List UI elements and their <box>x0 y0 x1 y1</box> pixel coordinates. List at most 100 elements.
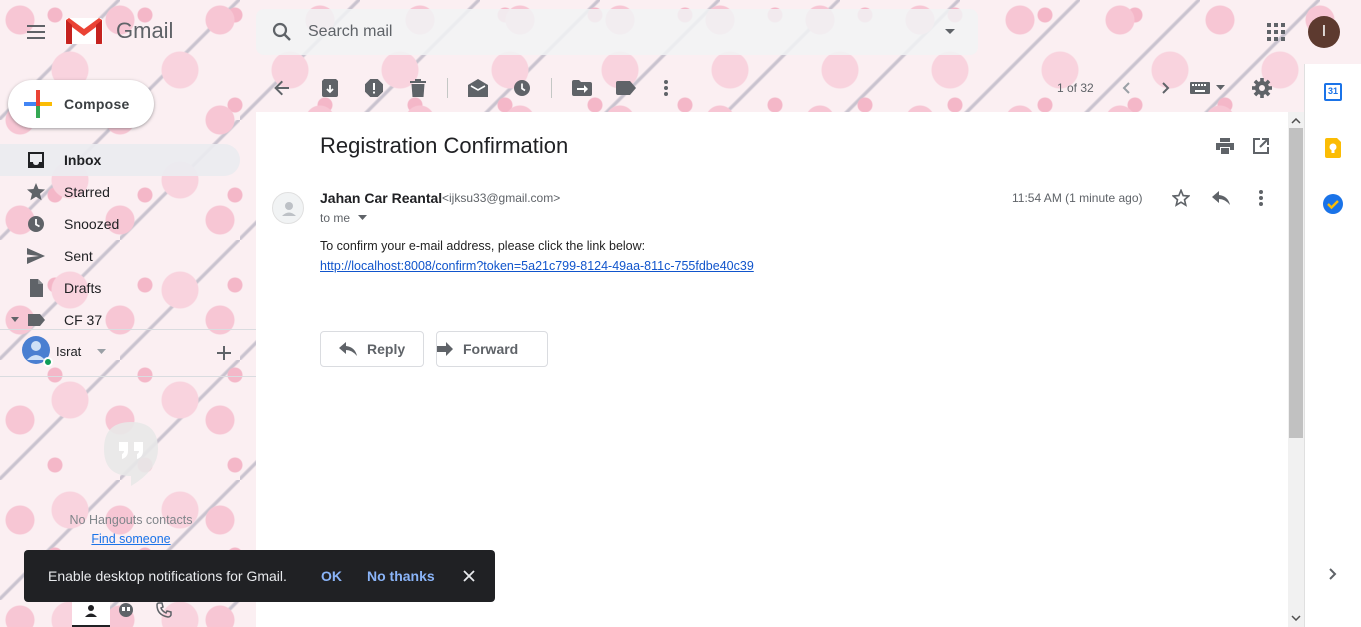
send-icon <box>27 248 45 264</box>
open-in-new-icon <box>1253 138 1269 154</box>
sidebar-item-label: Snoozed <box>64 216 120 232</box>
sender-email: <ijksu33@gmail.com> <box>442 191 561 205</box>
toast-no-thanks-button[interactable]: No thanks <box>367 568 435 584</box>
draft-icon <box>30 279 43 297</box>
report-spam-button[interactable] <box>354 68 394 108</box>
scroll-up-arrow-icon[interactable] <box>1291 118 1301 124</box>
star-outline-icon <box>1172 189 1190 207</box>
trash-icon <box>410 79 426 97</box>
reply-label: Reply <box>367 341 406 357</box>
hamburger-menu-icon <box>27 25 45 39</box>
calendar-day: 31 <box>1327 86 1338 96</box>
new-conversation-button[interactable] <box>204 333 244 373</box>
compose-label: Compose <box>64 96 130 112</box>
open-new-window-button[interactable] <box>1241 126 1281 166</box>
search-options-button[interactable] <box>930 12 970 52</box>
back-button[interactable] <box>262 68 302 108</box>
sender-name[interactable]: Jahan Car Reantal <box>320 190 442 206</box>
forward-button[interactable]: Forward <box>436 331 548 367</box>
search-bar[interactable] <box>256 9 978 55</box>
expand-side-panel-button[interactable] <box>1313 554 1353 594</box>
clock-icon <box>514 80 530 96</box>
chevron-left-icon <box>1122 82 1130 94</box>
toast-message: Enable desktop notifications for Gmail. <box>48 568 287 584</box>
tab-phone[interactable] <box>156 602 172 618</box>
online-status-dot <box>43 357 53 367</box>
more-options-button[interactable] <box>1241 178 1281 218</box>
newer-button[interactable] <box>1106 68 1146 108</box>
default-avatar-icon <box>282 202 296 216</box>
sidebar-item-sent[interactable]: Sent <box>0 240 240 272</box>
hangouts-empty-text: No Hangouts contacts <box>69 513 193 527</box>
confirm-link[interactable]: http://localhost:8008/confirm?token=5a21… <box>320 259 754 273</box>
snooze-button[interactable] <box>502 68 542 108</box>
sidebar-item-starred[interactable]: Starred <box>0 176 240 208</box>
star-email-button[interactable] <box>1161 178 1201 218</box>
archive-button[interactable] <box>310 68 350 108</box>
scroll-down-arrow-icon[interactable] <box>1291 615 1301 621</box>
expand-arrow-icon[interactable] <box>10 316 20 324</box>
sidebar-item-drafts[interactable]: Drafts <box>0 272 240 304</box>
mark-unread-icon <box>468 79 488 97</box>
sender-avatar[interactable] <box>272 192 304 224</box>
report-spam-icon <box>365 79 383 97</box>
labels-button[interactable] <box>606 68 646 108</box>
scrollbar-thumb[interactable] <box>1289 128 1303 438</box>
compose-button[interactable]: Compose <box>8 80 154 128</box>
sidebar-item-label: Sent <box>64 248 93 264</box>
search-button[interactable] <box>262 12 302 52</box>
email-body-text: To confirm your e-mail address, please c… <box>320 239 646 253</box>
email-timestamp: 11:54 AM (1 minute ago) <box>1012 191 1143 205</box>
sidebar-item-snoozed[interactable]: Snoozed <box>0 208 240 240</box>
main-menu-button[interactable] <box>16 12 56 52</box>
tab-conversations[interactable] <box>118 602 134 618</box>
keyboard-icon <box>1190 82 1210 94</box>
calendar-icon: 31 <box>1324 83 1342 101</box>
more-vert-icon <box>1259 190 1263 206</box>
archive-icon <box>322 79 338 97</box>
mark-unread-button[interactable] <box>458 68 498 108</box>
toolbar-divider <box>551 78 552 98</box>
pagination-text: 1 of 32 <box>1057 81 1094 95</box>
sidebar-divider <box>0 329 256 330</box>
sidebar-item-inbox[interactable]: Inbox <box>0 144 240 176</box>
settings-button[interactable] <box>1242 68 1282 108</box>
move-to-folder-icon <box>572 80 592 96</box>
print-button[interactable] <box>1205 126 1245 166</box>
more-actions-button[interactable] <box>646 68 686 108</box>
chevron-right-icon <box>1162 82 1170 94</box>
search-icon <box>272 22 291 41</box>
toast-close-button[interactable] <box>449 556 489 596</box>
caret-down-icon <box>945 29 955 34</box>
account-avatar[interactable]: I <box>1308 16 1340 48</box>
chat-quote-icon <box>119 603 133 617</box>
more-vert-icon <box>664 80 668 96</box>
tasks-addon-button[interactable] <box>1313 184 1353 224</box>
older-button[interactable] <box>1146 68 1186 108</box>
delete-button[interactable] <box>398 68 438 108</box>
gmail-logo[interactable]: Gmail <box>64 16 173 46</box>
input-tools-button[interactable] <box>1190 78 1230 98</box>
calendar-addon-button[interactable]: 31 <box>1313 72 1353 112</box>
toolbar-divider <box>447 78 448 98</box>
reply-button[interactable]: Reply <box>320 331 424 367</box>
print-icon <box>1216 138 1234 154</box>
keep-addon-button[interactable] <box>1313 128 1353 168</box>
hangouts-icon <box>104 422 158 486</box>
apps-grid-icon <box>1267 23 1285 41</box>
hangouts-user[interactable]: Israt <box>22 336 222 368</box>
hangouts-user-name: Israt <box>56 344 82 359</box>
recipient-text: to me <box>320 211 351 225</box>
toast-ok-button[interactable]: OK <box>321 568 342 584</box>
move-to-button[interactable] <box>562 68 602 108</box>
recipient-details-toggle[interactable]: to me <box>320 211 368 225</box>
find-someone-link[interactable]: Find someone <box>0 532 262 546</box>
sidebar-item-cf37[interactable]: CF 37 <box>0 304 240 336</box>
reply-icon-button[interactable] <box>1201 178 1241 218</box>
close-icon <box>463 570 475 582</box>
apps-button[interactable] <box>1256 12 1296 52</box>
search-input[interactable] <box>308 9 908 55</box>
gmail-wordmark: Gmail <box>116 18 174 43</box>
notification-toast: Enable desktop notifications for Gmail. … <box>24 550 495 602</box>
caret-down-icon <box>358 215 368 220</box>
